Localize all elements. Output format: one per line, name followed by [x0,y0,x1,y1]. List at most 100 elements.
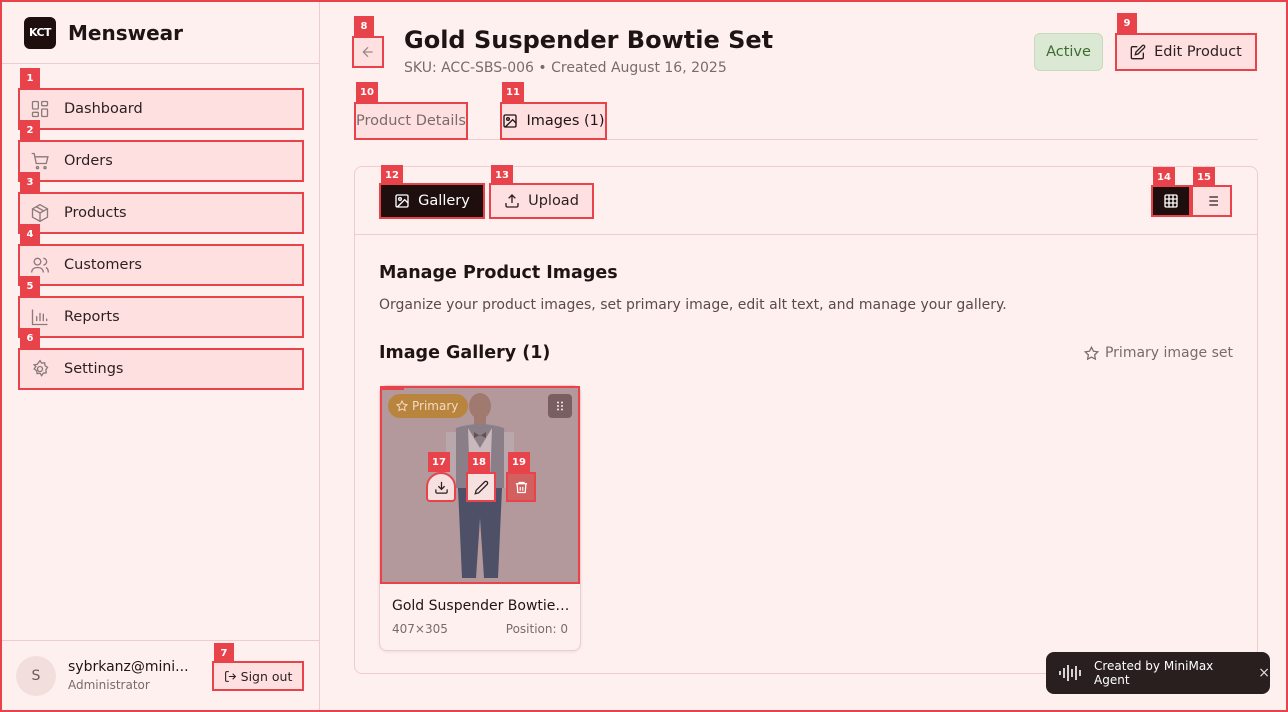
page-title: Gold Suspender Bowtie Set [404,26,774,54]
edit-product-label: Edit Product [1154,44,1242,60]
back-button[interactable]: 8 [352,16,384,68]
list-view-button[interactable]: 15 [1191,167,1232,217]
toast-text: Created by MiniMax Agent [1094,659,1214,687]
waveform-icon [1058,663,1084,683]
element-badge: 19 [508,452,530,472]
edit-product-button[interactable]: 9 Edit Product [1115,13,1257,71]
sidebar-item-label: Customers [64,257,142,273]
user-panel: S sybrkanz@mini... Administrator 7 Sign … [2,640,320,710]
status-badge: Active [1034,33,1103,71]
image-dimensions: 407×305 [392,622,448,636]
drag-handle-icon[interactable] [548,394,572,418]
tab-bar: 10 Product Details 11 Images (1) [354,82,1258,140]
created-by-toast: Created by MiniMax Agent × [1046,652,1270,694]
gallery-label: Gallery [418,193,470,209]
main-content: 8 Gold Suspender Bowtie Set SKU: ACC-SBS… [322,2,1288,710]
element-badge: 17 [428,452,450,472]
sign-out-label: Sign out [240,668,293,684]
grid-view-button[interactable]: 14 [1151,167,1191,217]
product-image[interactable]: 16 Primary [380,386,580,584]
element-badge: 3 [20,172,40,192]
star-icon [396,400,408,412]
logout-icon [224,670,237,683]
edit-icon [1130,44,1146,60]
grid-icon [1163,193,1179,209]
primary-tag: Primary [388,394,469,418]
sidebar-item-label: Orders [64,153,113,169]
primary-image-status-label: Primary image set [1104,345,1233,361]
element-badge: 12 [381,165,403,185]
brand-logo: KCT [24,16,56,49]
sign-out-button[interactable]: 7 Sign out [212,643,304,691]
element-badge: 9 [1117,13,1137,33]
image-caption: Gold Suspender Bowtie Set [392,598,570,614]
sidebar-item-orders[interactable]: 2 Orders [18,120,304,182]
tab-label: Product Details [356,113,466,129]
tab-images[interactable]: 11 Images (1) [500,82,607,140]
tab-product-details[interactable]: 10 Product Details [354,82,468,140]
primary-image-status: Primary image set [1083,345,1233,361]
sidebar-item-label: Reports [64,309,120,325]
sidebar-item-label: Products [64,205,127,221]
upload-button[interactable]: 13 Upload [489,165,594,219]
download-image-button[interactable]: 17 [426,452,456,502]
avatar: S [16,655,56,696]
image-icon [502,113,518,129]
image-icon [394,193,410,209]
pencil-icon [473,480,489,495]
element-badge: 4 [20,224,40,244]
sidebar-item-customers[interactable]: 4 Customers [18,224,304,286]
image-card: 16 Primary [379,385,581,651]
sidebar-nav: 1 Dashboard 2 Orders 3 Products 4 Custom… [18,68,304,400]
star-icon [1083,345,1099,361]
element-badge: 6 [20,328,40,348]
sidebar-item-reports[interactable]: 5 Reports [18,276,304,338]
gallery-button[interactable]: 12 Gallery [379,165,485,219]
element-badge: 1 [20,68,40,88]
gear-icon [30,359,50,379]
element-badge: 11 [502,82,524,102]
primary-tag-label: Primary [412,399,459,413]
sidebar-item-products[interactable]: 3 Products [18,172,304,234]
sidebar-item-dashboard[interactable]: 1 Dashboard [18,68,304,130]
user-meta: sybrkanz@mini... Administrator [68,659,198,692]
images-toolbar: 12 Gallery 13 Upload 14 15 [355,165,1257,235]
element-badge: 8 [354,16,374,36]
dashboard-icon [30,99,50,119]
delete-image-button[interactable]: 19 [506,452,536,502]
image-position: Position: 0 [505,622,568,636]
page-subtitle: SKU: ACC-SBS-006 • Created August 16, 20… [404,60,727,76]
user-email: sybrkanz@mini... [68,659,189,675]
sidebar-item-label: Dashboard [64,101,143,117]
upload-label: Upload [528,193,579,209]
element-badge: 18 [468,452,490,472]
users-icon [30,255,50,275]
cart-icon [30,151,50,171]
section-title: Manage Product Images [379,263,618,283]
element-badge: 13 [491,165,513,185]
images-card: 12 Gallery 13 Upload 14 15 Manage Produc… [354,165,1258,674]
element-badge: 16 [382,388,404,390]
sidebar-item-settings[interactable]: 6 Settings [18,328,304,390]
element-badge: 15 [1193,167,1215,187]
sidebar-item-label: Settings [64,361,124,377]
element-badge: 2 [20,120,40,140]
user-role: Administrator [68,678,150,692]
close-icon[interactable]: × [1258,665,1270,681]
edit-image-button[interactable]: 18 [466,452,496,502]
element-badge: 10 [356,82,378,102]
element-badge: 7 [214,643,234,663]
bar-chart-icon [30,307,50,327]
brand: KCT Menswear [2,2,319,64]
element-badge: 5 [20,276,40,296]
list-icon [1204,193,1220,209]
brand-name: Menswear [68,20,184,45]
package-icon [30,203,50,223]
download-icon [434,480,449,495]
trash-icon [514,480,529,495]
element-badge: 14 [1153,167,1175,187]
gallery-title: Image Gallery (1) [379,343,551,363]
section-description: Organize your product images, set primar… [379,297,1007,313]
tab-label: Images (1) [526,113,605,129]
arrow-left-icon [360,44,376,60]
